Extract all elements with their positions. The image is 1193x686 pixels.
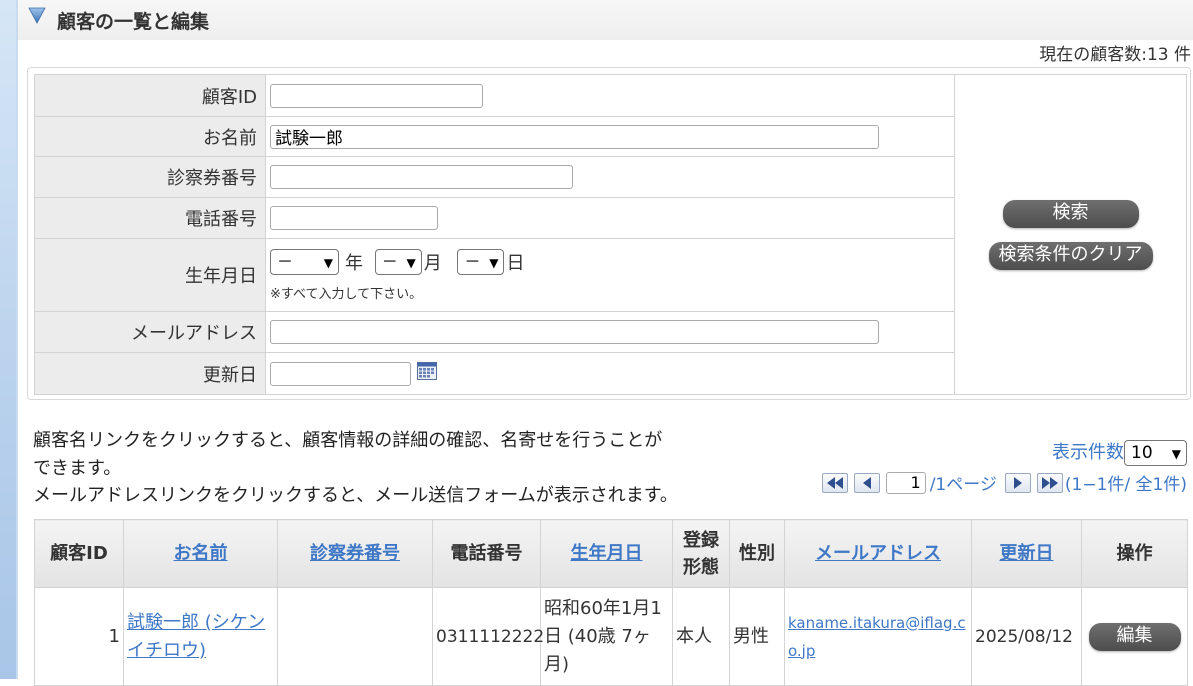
updated-date-input[interactable] bbox=[270, 361, 411, 386]
updated-date-label: 更新日 bbox=[34, 352, 266, 395]
help-line-3: メールアドレスリンクをクリックすると、メール送信フォームが表示されます。 bbox=[33, 485, 678, 506]
help-text: 顧客名リンクをクリックすると、顧客情報の詳細の確認、名寄せを行うことが できます… bbox=[33, 427, 678, 510]
col-header-birthdate: 生年月日 bbox=[540, 519, 673, 588]
page-range: (1−1件/ 全1件) bbox=[1064, 475, 1187, 495]
ticket-number-cell bbox=[265, 156, 955, 198]
col-header-id: 顧客ID bbox=[34, 519, 124, 588]
help-line-1: 顧客名リンクをクリックすると、顧客情報の詳細の確認、名寄せを行うことが bbox=[33, 430, 663, 451]
search-form: 顧客ID 検索 検索条件のクリア お名前 診察券番号 電話番号 生年月日 －▼年… bbox=[34, 74, 1187, 395]
chevron-down-icon: ▼ bbox=[406, 255, 416, 270]
email-input[interactable] bbox=[270, 320, 879, 344]
cell-id: 1 bbox=[34, 587, 124, 686]
edit-button[interactable]: 編集 bbox=[1088, 623, 1181, 651]
customer-id-cell bbox=[265, 74, 955, 117]
customer-email-link[interactable]: kaname.itakura@iflag.co.jp bbox=[788, 614, 966, 660]
page-title: 顧客の一覧と編集 bbox=[57, 11, 210, 33]
sort-by-email-link[interactable]: メールアドレス bbox=[815, 543, 941, 564]
cell-gender: 男性 bbox=[729, 587, 785, 686]
cell-ticket bbox=[277, 587, 433, 686]
search-button[interactable]: 検索 bbox=[1002, 199, 1139, 228]
cell-email: kaname.itakura@iflag.co.jp bbox=[784, 587, 972, 686]
sort-by-updated-link[interactable]: 更新日 bbox=[1000, 543, 1054, 564]
birth-month-value: － bbox=[381, 251, 398, 271]
cell-registration: 本人 bbox=[672, 587, 730, 686]
table-row: 1 試験一郎 (シケンイチロウ) 0311112222 昭和60年1月1日 (4… bbox=[34, 587, 1188, 686]
name-cell bbox=[265, 116, 955, 157]
year-unit: 年 bbox=[345, 252, 363, 274]
birth-day-select[interactable]: － ▼ bbox=[457, 248, 505, 275]
customer-table: 顧客ID お名前 診察券番号 電話番号 生年月日 登録形態 性別 メールアドレス… bbox=[34, 519, 1188, 686]
last-page-icon bbox=[1041, 476, 1058, 489]
sort-by-ticket-link[interactable]: 診察券番号 bbox=[310, 543, 400, 564]
customer-name-link[interactable]: 試験一郎 (シケンイチロウ) bbox=[127, 612, 265, 661]
triangle-down-icon bbox=[28, 7, 46, 24]
ticket-number-input[interactable] bbox=[270, 165, 573, 189]
table-header-row: 顧客ID お名前 診察券番号 電話番号 生年月日 登録形態 性別 メールアドレス… bbox=[34, 519, 1188, 588]
cell-name: 試験一郎 (シケンイチロウ) bbox=[123, 587, 278, 686]
day-unit: 日 bbox=[506, 252, 525, 274]
next-page-button[interactable] bbox=[1004, 472, 1031, 493]
cell-phone: 0311112222 bbox=[432, 587, 544, 686]
month-unit: 月 bbox=[423, 252, 442, 274]
cell-updated: 2025/08/12 bbox=[971, 587, 1082, 686]
col-header-email: メールアドレス bbox=[784, 519, 972, 588]
col-header-name: お名前 bbox=[123, 519, 278, 588]
col-header-ticket: 診察券番号 bbox=[277, 519, 433, 588]
prev-page-button[interactable] bbox=[853, 472, 880, 493]
customer-count: 現在の顧客数:13 件 bbox=[1039, 45, 1191, 65]
display-count-label: 表示件数 bbox=[1052, 442, 1124, 463]
email-label: メールアドレス bbox=[34, 311, 266, 353]
sort-by-name-link[interactable]: お名前 bbox=[174, 543, 228, 564]
birth-day-value: － bbox=[464, 251, 481, 271]
display-count: 表示件数 10 ▼ bbox=[1052, 438, 1187, 466]
col-header-phone: 電話番号 bbox=[432, 519, 541, 588]
birth-month-select[interactable]: － ▼ bbox=[374, 248, 422, 275]
search-actions: 検索 検索条件のクリア bbox=[954, 74, 1187, 395]
sort-by-birthdate-link[interactable]: 生年月日 bbox=[571, 543, 643, 564]
chevron-down-icon: ▼ bbox=[489, 255, 499, 270]
birthdate-note: ※すべて入力して下さい。 bbox=[270, 286, 423, 302]
page-total: /1ページ bbox=[929, 475, 997, 495]
col-header-registration: 登録 形態 bbox=[672, 519, 730, 588]
chevron-down-icon: ▼ bbox=[1171, 447, 1181, 461]
col-header-updated: 更新日 bbox=[971, 519, 1082, 588]
first-page-button[interactable] bbox=[821, 472, 848, 493]
registration-header-line-2: 形態 bbox=[683, 556, 719, 578]
page-number-input[interactable] bbox=[885, 471, 926, 494]
chevron-down-icon: ▼ bbox=[323, 255, 333, 270]
registration-header-line-1: 登録 bbox=[683, 529, 719, 551]
name-label: お名前 bbox=[34, 116, 266, 157]
next-page-icon bbox=[1013, 476, 1022, 489]
first-page-icon bbox=[826, 476, 843, 489]
email-cell bbox=[265, 311, 955, 353]
col-header-gender: 性別 bbox=[729, 519, 785, 588]
prev-page-icon bbox=[862, 476, 871, 489]
pager: /1ページ (1−1件/ 全1件) bbox=[821, 470, 1187, 495]
cell-birthdate: 昭和60年1月1日 (40歳 7ヶ月) bbox=[540, 587, 673, 686]
ticket-number-label: 診察券番号 bbox=[34, 156, 266, 198]
phone-input[interactable] bbox=[270, 206, 438, 230]
cell-action: 編集 bbox=[1081, 587, 1188, 686]
phone-cell bbox=[265, 197, 955, 239]
updated-date-cell bbox=[265, 352, 955, 395]
birthdate-cell: － ▼ 年 － ▼ 月 － ▼ 日 ※すべて入力して下さい。 bbox=[265, 238, 955, 312]
display-count-select[interactable]: 10 ▼ bbox=[1124, 440, 1187, 466]
phone-label: 電話番号 bbox=[34, 197, 266, 239]
left-sidebar-strip bbox=[0, 0, 18, 679]
col-header-action: 操作 bbox=[1081, 519, 1188, 588]
calendar-icon[interactable] bbox=[417, 362, 437, 385]
birth-year-value: － bbox=[277, 251, 294, 271]
display-count-value: 10 bbox=[1131, 443, 1153, 463]
birth-year-select[interactable]: － ▼ bbox=[270, 248, 339, 275]
clear-search-button[interactable]: 検索条件のクリア bbox=[988, 241, 1153, 270]
last-page-button[interactable] bbox=[1036, 472, 1063, 493]
customer-id-label: 顧客ID bbox=[34, 74, 266, 117]
help-line-2: できます。 bbox=[33, 457, 122, 479]
name-input[interactable] bbox=[270, 124, 879, 149]
customer-id-input[interactable] bbox=[270, 83, 483, 108]
birthdate-label: 生年月日 bbox=[34, 238, 266, 312]
